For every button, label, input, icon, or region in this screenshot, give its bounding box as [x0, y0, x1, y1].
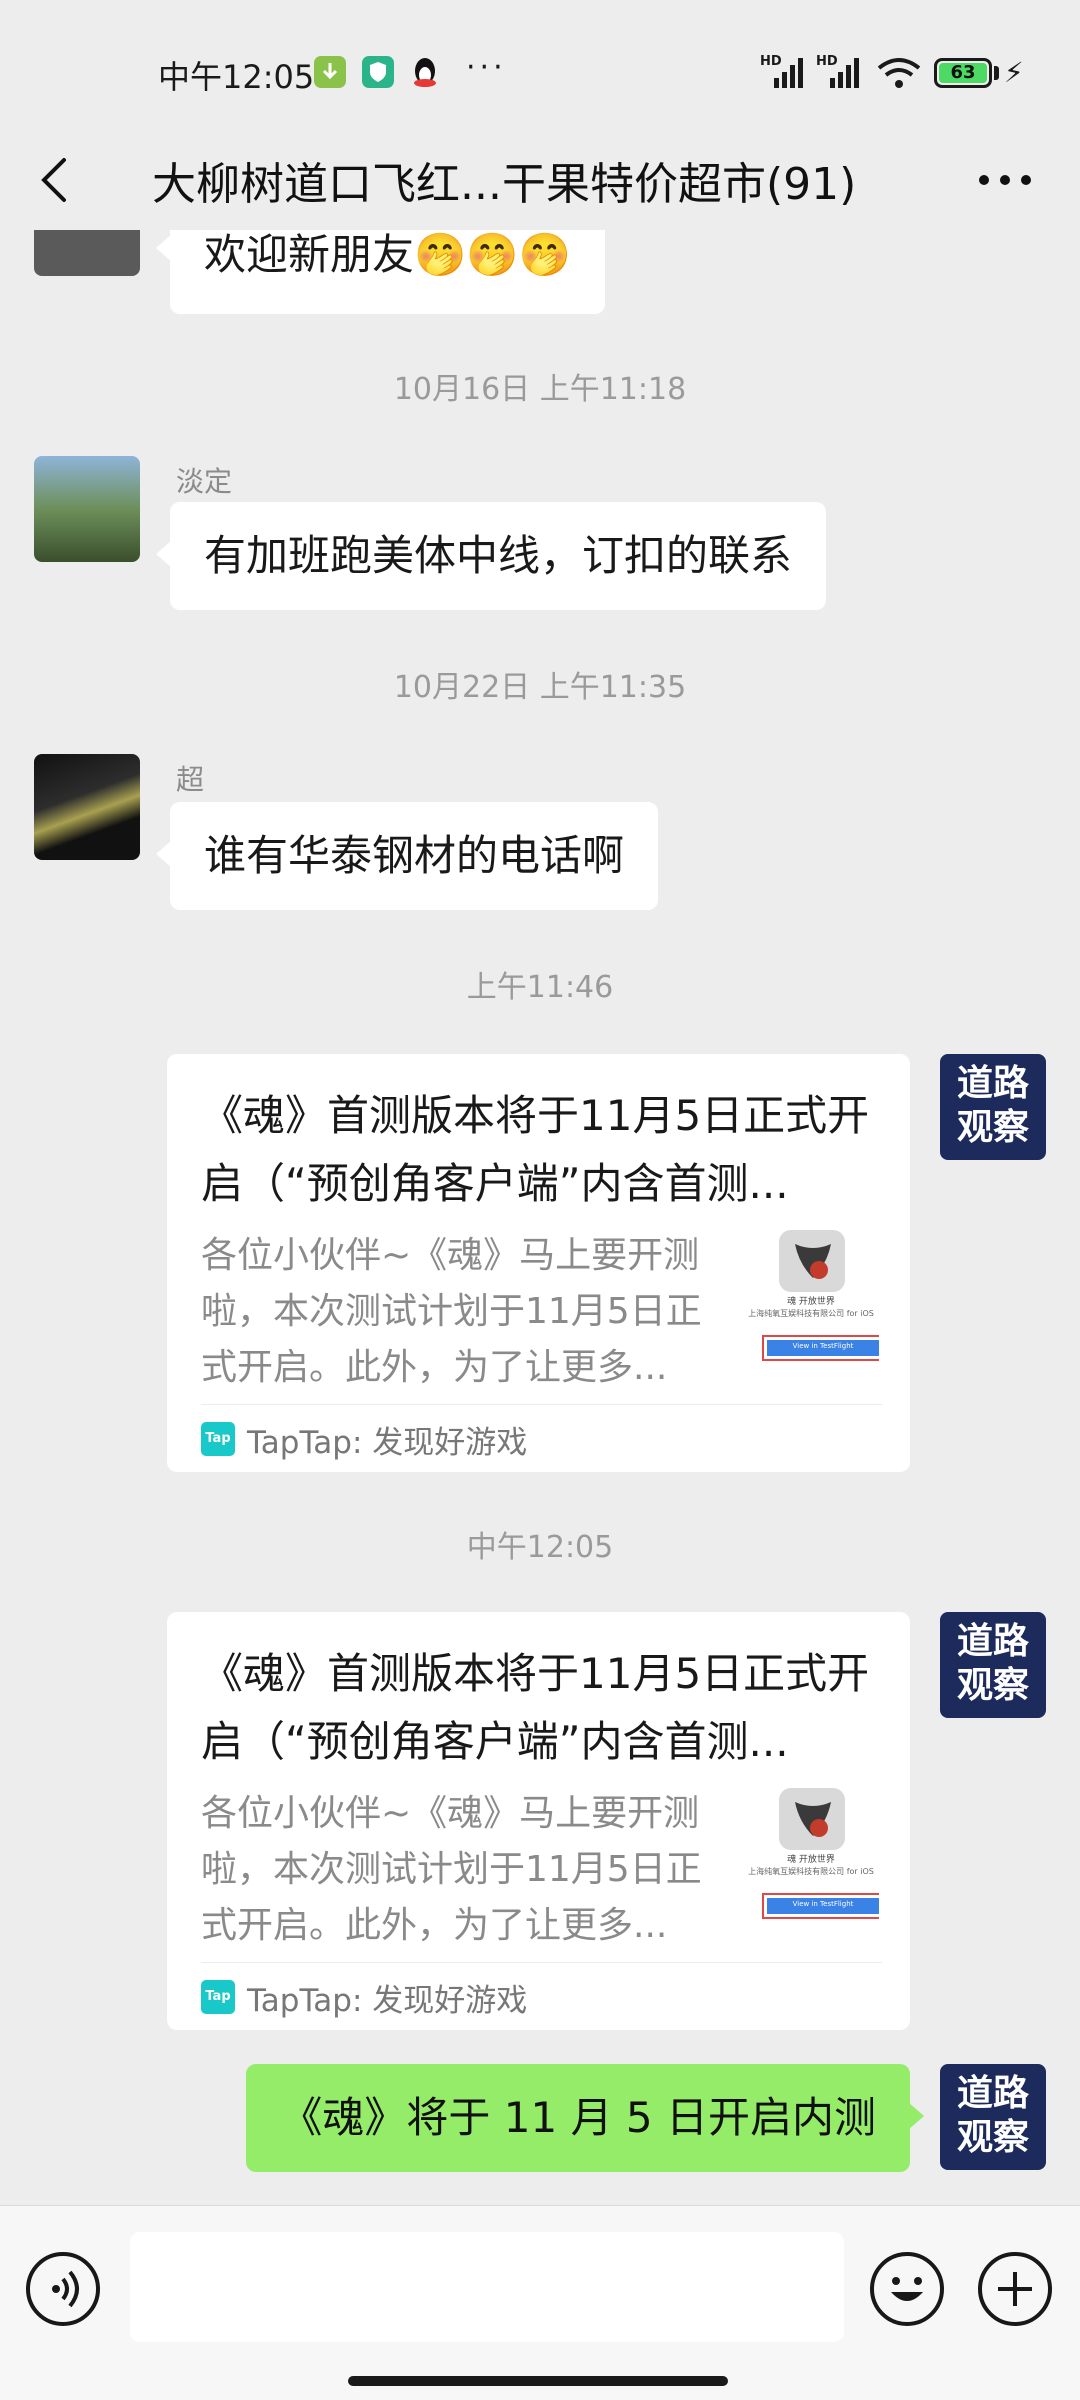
message-bubble[interactable]: 欢迎新朋友🤭🤭🤭 — [156, 230, 605, 314]
source-label: TapTap: 发现好游戏 — [247, 1982, 528, 2019]
more-functions-button[interactable] — [978, 2252, 1052, 2326]
plus-icon — [998, 2272, 1032, 2306]
chevron-left-icon — [41, 158, 66, 202]
link-card[interactable]: 《魂》首测版本将于11月5日正式开启（“预创角客户端”内含首测... 各位小伙伴… — [167, 1054, 910, 1472]
card-title: 《魂》首测版本将于11月5日正式开启（“预创角客户端”内含首测... — [201, 1091, 870, 1208]
avatar-chao[interactable] — [34, 754, 140, 860]
card-source: Tap TapTap: 发现好游戏 — [201, 1972, 527, 2022]
thumb-company: 上海纯氧互娱科技有限公司 for iOS — [748, 1309, 874, 1318]
timestamp: 10月22日 上午11:35 — [393, 670, 687, 705]
timestamp: 中午12:05 — [466, 1530, 614, 1565]
sender-name: 淡定 — [176, 465, 233, 498]
more-notifications-icon: ··· — [466, 50, 507, 85]
card-thumbnail: 魂 开放世界 上海纯氧互娱科技有限公司 for iOS View in Test… — [743, 1788, 884, 1936]
voice-input-button[interactable] — [26, 2252, 100, 2326]
input-bar — [0, 2205, 1080, 2400]
avatar[interactable] — [34, 230, 140, 276]
qq-penguin-icon — [410, 56, 440, 90]
avatar-text-line2: 观察 — [956, 2117, 1029, 2158]
source-label: TapTap: 发现好游戏 — [247, 1424, 528, 1461]
wifi-icon — [877, 58, 921, 88]
battery-level: 63 — [939, 63, 987, 83]
vpn-shield-icon — [362, 56, 394, 88]
chat-messages[interactable]: 欢迎新朋友🤭🤭🤭 10月16日 上午11:18 淡定 有加班跑美体中线，订扣的联… — [0, 230, 1080, 2205]
home-indicator[interactable] — [348, 2376, 728, 2386]
card-description: 各位小伙伴~《魂》马上要开测啦，本次测试计划于11月5日正式开启。此外，为了让更… — [201, 1793, 702, 1946]
taptap-icon: Tap — [201, 1422, 235, 1456]
thumb-company: 上海纯氧互娱科技有限公司 for iOS — [748, 1867, 874, 1876]
more-options-button[interactable] — [972, 152, 1038, 208]
status-bar: 中午12:05 ··· HD HD 63 ⚡ — [0, 0, 1080, 140]
card-divider — [201, 1962, 882, 1963]
chat-header: 大柳树道口飞红...干果特价超市(91) — [0, 130, 1080, 230]
message-bubble[interactable]: 有加班跑美体中线，订扣的联系 — [155, 502, 827, 610]
more-dots-icon — [979, 175, 1031, 185]
card-thumbnail: 魂 开放世界 上海纯氧互娱科技有限公司 for iOS View in Test… — [743, 1230, 884, 1378]
voice-icon — [52, 2270, 79, 2308]
back-button[interactable] — [30, 142, 100, 218]
avatar-text-line1: 道路 — [956, 1063, 1029, 1104]
message-bubble[interactable]: 谁有华泰钢材的电话啊 — [155, 802, 659, 910]
thumb-app-name: 魂 开放世界 — [787, 1855, 835, 1865]
thumb-button-text: View in TestFlight — [792, 1900, 854, 1908]
avatar-text-line2: 观察 — [956, 1665, 1029, 1706]
avatar-daolu-guancha[interactable]: 道路 观察 — [940, 1612, 1046, 1718]
chat-title: 大柳树道口飞红...干果特价超市(91) — [152, 159, 857, 210]
battery-tip — [994, 66, 999, 80]
card-title: 《魂》首测版本将于11月5日正式开启（“预创角客户端”内含首测... — [201, 1649, 870, 1766]
avatar-daolu-guancha[interactable]: 道路 观察 — [940, 1054, 1046, 1160]
sender-name: 超 — [176, 763, 205, 796]
my-message-bubble[interactable]: 《魂》将于 11 月 5 日开启内测 — [246, 2064, 924, 2172]
thumb-button-text: View in TestFlight — [792, 1342, 854, 1350]
avatar-text-line2: 观察 — [956, 1107, 1029, 1148]
card-divider — [201, 1404, 882, 1405]
timestamp: 10月16日 上午11:18 — [393, 372, 687, 407]
signal-icon-1 — [774, 58, 803, 88]
avatar-dandin[interactable] — [34, 456, 140, 562]
signal-icon-2 — [830, 58, 859, 88]
thumb-app-name: 魂 开放世界 — [787, 1297, 835, 1307]
download-icon — [314, 56, 346, 88]
charging-bolt-icon: ⚡ — [1004, 56, 1024, 89]
card-description: 各位小伙伴~《魂》马上要开测啦，本次测试计划于11月5日正式开启。此外，为了让更… — [201, 1235, 702, 1388]
emoji-button[interactable] — [870, 2252, 944, 2326]
taptap-icon: Tap — [201, 1980, 235, 2014]
timestamp: 上午11:46 — [466, 970, 614, 1005]
battery-icon: 63 — [934, 58, 992, 88]
avatar-self[interactable]: 道路 观察 — [940, 2064, 1046, 2170]
avatar-text-line1: 道路 — [956, 1621, 1029, 1662]
avatar-text-line1: 道路 — [956, 2073, 1029, 2114]
link-card[interactable]: 《魂》首测版本将于11月5日正式开启（“预创角客户端”内含首测... 各位小伙伴… — [167, 1612, 910, 2030]
card-source: Tap TapTap: 发现好游戏 — [201, 1414, 527, 1464]
smiley-icon — [891, 2277, 923, 2301]
status-time: 中午12:05 — [158, 58, 315, 96]
message-input[interactable] — [130, 2232, 844, 2342]
